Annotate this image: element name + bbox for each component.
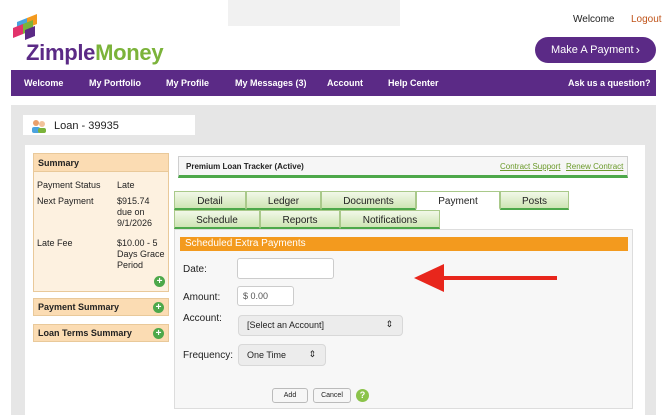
scheduled-extra-payments-header: Scheduled Extra Payments — [180, 237, 628, 251]
tab-ledger[interactable]: Ledger — [246, 191, 321, 210]
summary-header[interactable]: Summary — [33, 153, 169, 172]
late-fee-value: $10.00 - 5 Days Grace Period — [117, 238, 165, 270]
payment-summary-accordion[interactable]: Payment Summary + — [33, 298, 169, 316]
nav-my-messages[interactable]: My Messages (3) — [235, 78, 307, 88]
nav-help-center[interactable]: Help Center — [388, 78, 439, 88]
nav-account[interactable]: Account — [327, 78, 363, 88]
payment-status-label: Payment Status — [37, 180, 101, 190]
tracker-title: Premium Loan Tracker (Active) — [186, 162, 304, 171]
date-field[interactable] — [237, 258, 334, 279]
question-circle-icon[interactable]: ? — [356, 389, 369, 402]
frequency-select[interactable]: One Time ⇕ — [238, 344, 326, 366]
account-select-value: [Select an Account] — [247, 320, 325, 330]
account-label: Account: — [183, 313, 222, 324]
section-title: Scheduled Extra Payments — [185, 238, 306, 249]
welcome-text: Welcome — [573, 14, 615, 25]
nav-my-profile[interactable]: My Profile — [166, 78, 209, 88]
amount-label: Amount: — [183, 292, 221, 303]
loan-terms-summary-accordion[interactable]: Loan Terms Summary + — [33, 324, 169, 342]
tab-posts[interactable]: Posts — [500, 191, 569, 210]
loan-terms-summary-label: Loan Terms Summary — [38, 328, 132, 338]
plus-circle-icon[interactable]: + — [153, 328, 164, 339]
contract-support-link[interactable]: Contract Support — [500, 162, 560, 171]
payment-status-value: Late — [117, 180, 135, 190]
logout-link[interactable]: Logout — [631, 14, 662, 25]
date-label: Date: — [183, 264, 207, 275]
amount-field[interactable] — [237, 286, 294, 306]
late-fee-label: Late Fee — [37, 238, 73, 248]
tab-payment[interactable]: Payment — [416, 191, 500, 210]
tab-reports[interactable]: Reports — [260, 210, 340, 229]
payment-summary-label: Payment Summary — [38, 302, 120, 312]
make-payment-label: Make A Payment — [551, 44, 634, 56]
summary-heading: Summary — [38, 158, 80, 168]
main-nav: Welcome My Portfolio My Profile My Messa… — [11, 70, 656, 96]
select-arrows-icon: ⇕ — [308, 349, 316, 359]
plus-circle-icon[interactable]: + — [153, 302, 164, 313]
loan-tracker-bar: Premium Loan Tracker (Active) Contract S… — [178, 156, 628, 178]
nav-ask-question[interactable]: Ask us a question? — [568, 78, 651, 88]
red-arrow-icon — [414, 264, 557, 292]
frequency-label: Frequency: — [183, 350, 234, 361]
nav-my-portfolio[interactable]: My Portfolio — [89, 78, 141, 88]
make-payment-button[interactable]: Make A Payment › — [535, 37, 656, 63]
chevron-right-icon: › — [635, 42, 640, 57]
user-loan-icon — [32, 120, 46, 133]
tab-notifications[interactable]: Notifications — [340, 210, 440, 229]
top-banner-area — [228, 0, 400, 26]
next-payment-value: $915.74 due on 9/1/2026 — [117, 196, 153, 228]
frequency-select-value: One Time — [247, 350, 287, 360]
plus-circle-icon[interactable]: + — [154, 276, 165, 287]
cancel-button[interactable]: Cancel — [313, 388, 351, 403]
logo-zimple: Zimple — [26, 40, 96, 65]
renew-contract-link[interactable]: Renew Contract — [566, 162, 623, 171]
logo-money: Money — [95, 40, 164, 65]
next-payment-label: Next Payment — [37, 196, 94, 206]
tab-schedule[interactable]: Schedule — [174, 210, 260, 229]
select-arrows-icon: ⇕ — [385, 319, 393, 329]
tab-documents[interactable]: Documents — [321, 191, 416, 210]
loan-title: Loan - 39935 — [54, 120, 119, 132]
add-button[interactable]: Add — [272, 388, 308, 403]
nav-welcome[interactable]: Welcome — [24, 78, 63, 88]
brand-logo[interactable]: ZimpleMoney — [26, 40, 164, 66]
tab-detail[interactable]: Detail — [174, 191, 246, 210]
account-select[interactable]: [Select an Account] ⇕ — [238, 315, 403, 336]
